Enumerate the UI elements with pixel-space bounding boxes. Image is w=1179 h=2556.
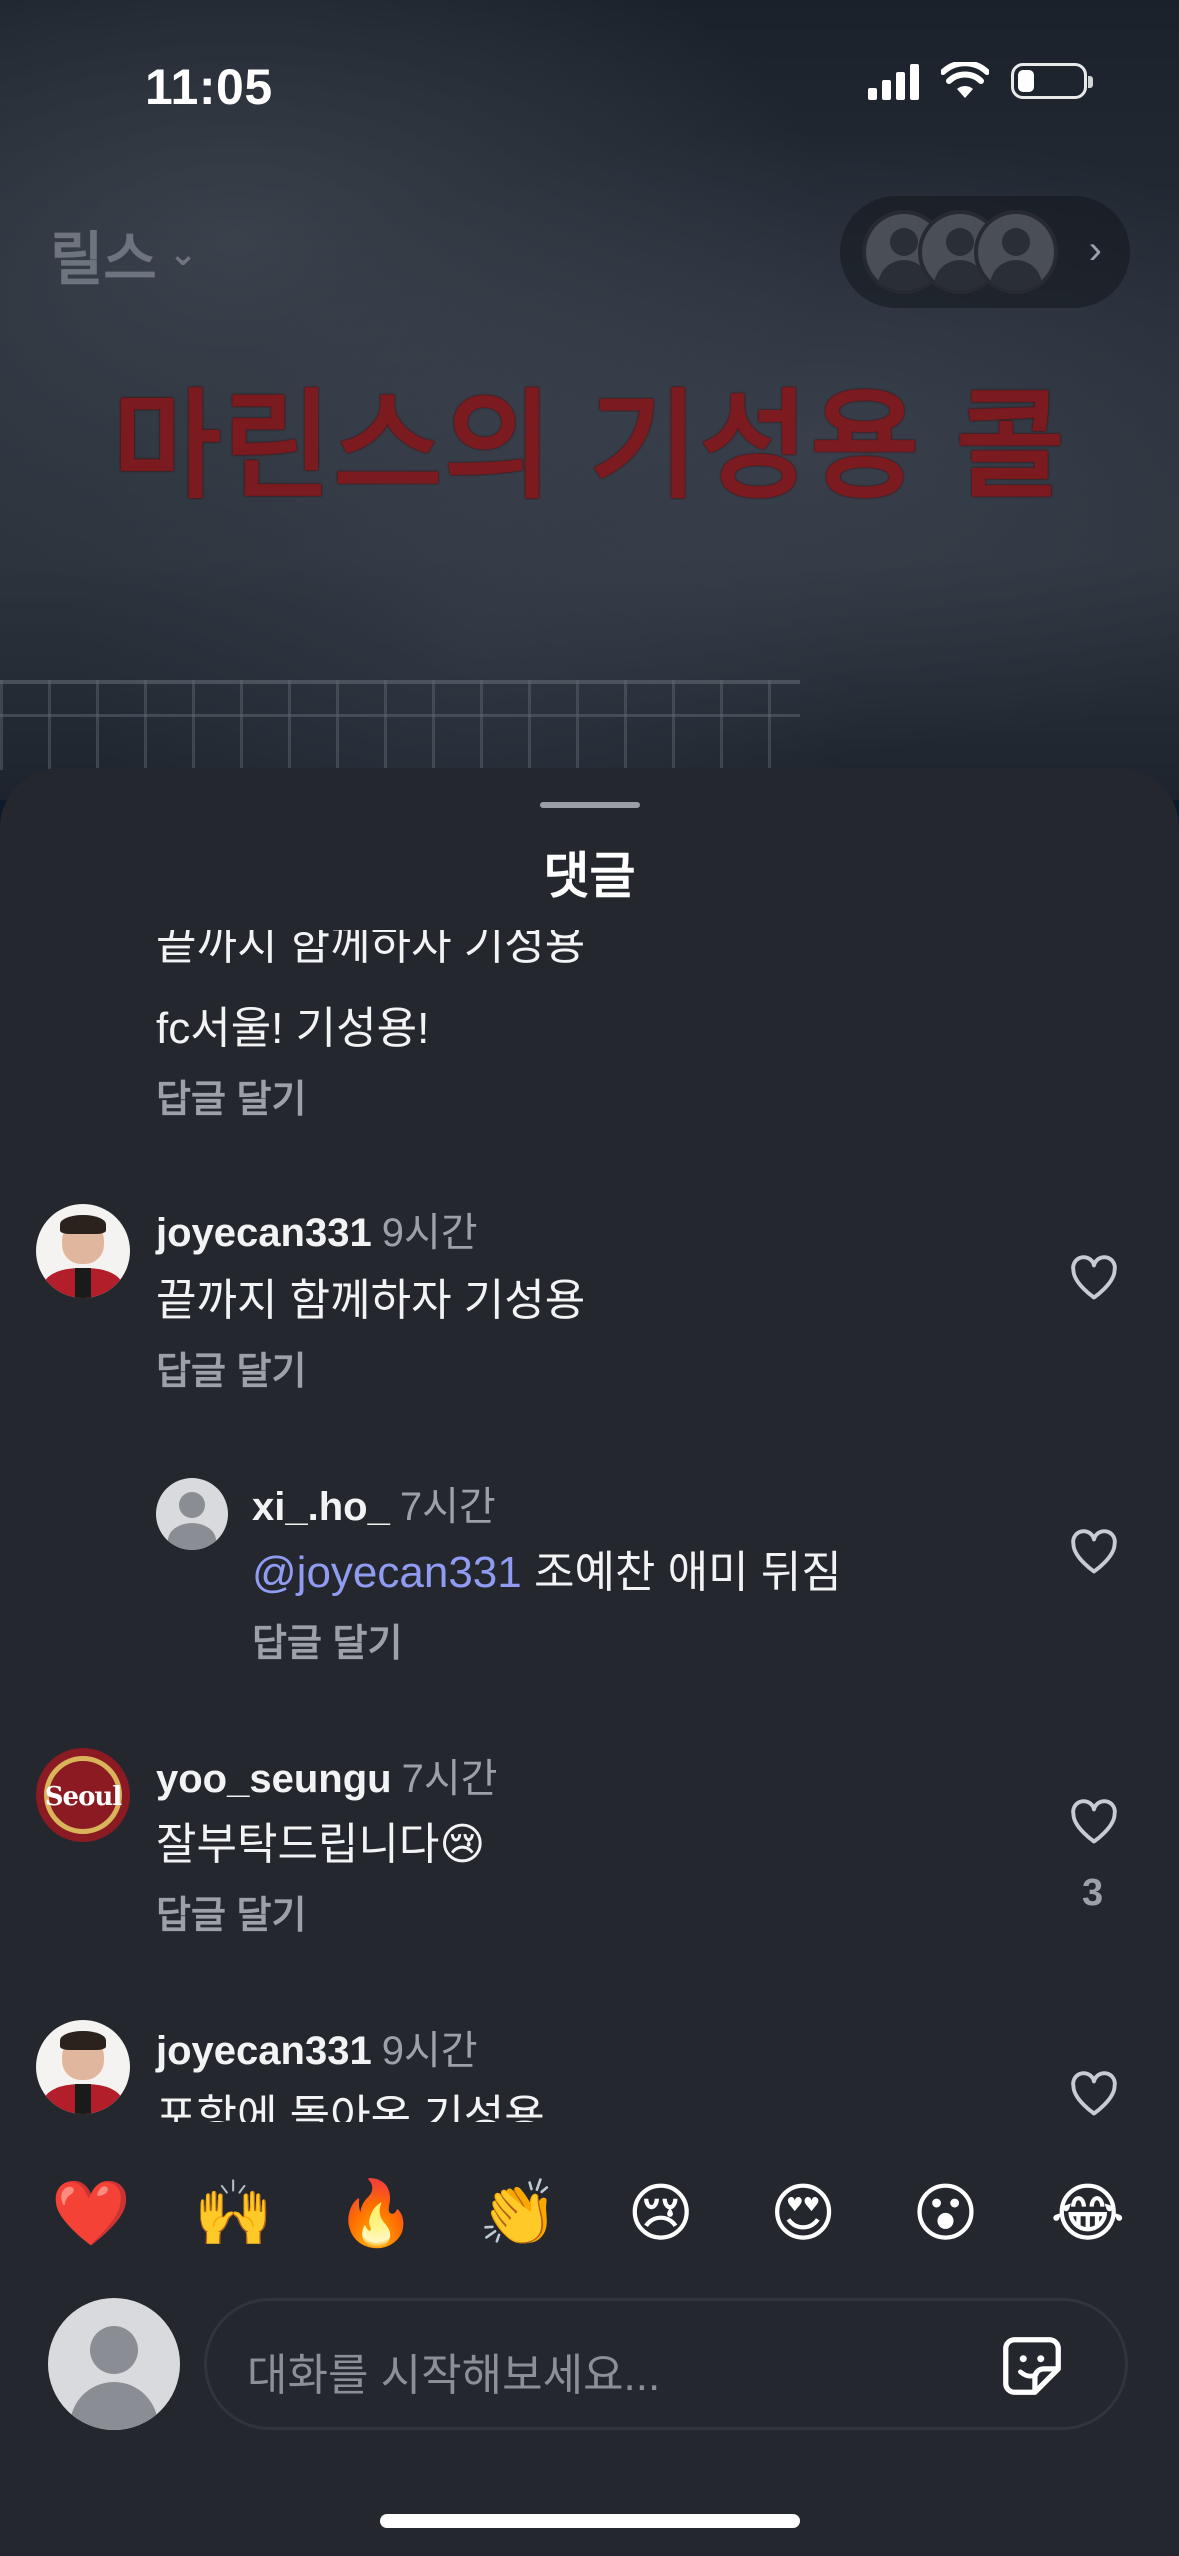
avatar[interactable]: Seoul xyxy=(36,1748,130,1842)
avatar[interactable] xyxy=(36,1204,130,1298)
avatar[interactable] xyxy=(156,1478,228,1550)
mention-link[interactable]: @joyecan331 xyxy=(252,1548,522,1597)
status-time: 11:05 xyxy=(145,59,273,115)
heart-icon[interactable] xyxy=(1068,1796,1120,1848)
username[interactable]: xi_.ho_ xyxy=(252,1485,390,1529)
comment-text: 끝까지 함께하자 기성용 xyxy=(156,1276,586,1325)
chevron-down-icon: ⌄ xyxy=(168,235,198,273)
emoji-laughing[interactable]: 😂 xyxy=(1033,2168,1143,2258)
comment-text-partial: 끝까지 함께하자 기성용 xyxy=(156,930,586,969)
emoji-reaction-bar: ❤️ 🙌 🔥 👏 😢 😍 😮 😂 xyxy=(0,2168,1179,2258)
comment-text: 포항에 돌아온 기성용 xyxy=(156,2092,545,2122)
video-title-overlay: 마린스의 기성용 콜 xyxy=(112,381,1067,513)
timestamp: 9시간 xyxy=(381,2029,478,2073)
username[interactable]: joyecan331 xyxy=(156,1211,372,1255)
comment-list[interactable]: 끝까지 함께하자 기성용 fc서울! 기성용! 답글 달기 joyecan331… xyxy=(0,930,1179,2122)
reply-button[interactable]: 답글 달기 xyxy=(156,1068,306,1123)
avatar-badge-text: Seoul xyxy=(44,1781,122,1812)
heart-icon[interactable] xyxy=(1068,2068,1120,2120)
reels-label: 릴스 xyxy=(50,227,157,292)
emoji-raised-hands[interactable]: 🙌 xyxy=(179,2168,289,2258)
emoji-clapping[interactable]: 👏 xyxy=(463,2168,573,2258)
username[interactable]: yoo_seungu xyxy=(156,1757,392,1801)
comment-body: 조예찬 애미 뒤짐 xyxy=(521,1548,842,1597)
sticker-icon[interactable] xyxy=(997,2331,1067,2401)
comment-header: yoo_seungu 7시간 xyxy=(156,1746,497,1804)
timestamp: 9시간 xyxy=(381,1211,478,1255)
reply-button[interactable]: 답글 달기 xyxy=(252,1612,402,1667)
reply-button[interactable]: 답글 달기 xyxy=(156,1884,306,1939)
timestamp: 7시간 xyxy=(399,1485,496,1529)
emoji-crying[interactable]: 😢 xyxy=(606,2168,716,2258)
timestamp: 7시간 xyxy=(401,1757,498,1801)
cellular-signal-icon xyxy=(868,62,919,100)
comment-text: @joyecan331 조예찬 애미 뒤짐 xyxy=(252,1536,842,1600)
comment-text: fc서울! 기성용! xyxy=(156,1004,430,1053)
emoji-fire[interactable]: 🔥 xyxy=(321,2168,431,2258)
chevron-right-icon: › xyxy=(1088,228,1102,272)
status-icons xyxy=(868,62,1093,100)
emoji-heart-eyes[interactable]: 😍 xyxy=(748,2168,858,2258)
heart-icon[interactable] xyxy=(1068,1252,1120,1304)
like-count: 3 xyxy=(1082,1872,1104,1914)
battery-icon xyxy=(1011,63,1093,99)
my-avatar xyxy=(48,2298,180,2430)
sheet-title: 댓글 xyxy=(543,848,636,904)
emoji-heart[interactable]: ❤️ xyxy=(36,2168,146,2258)
comment-input-placeholder: 대화를 시작해보세요... xyxy=(247,2351,661,2400)
sheet-drag-handle[interactable] xyxy=(540,802,640,808)
heart-icon[interactable] xyxy=(1068,1526,1120,1578)
comment-input[interactable]: 대화를 시작해보세요... xyxy=(204,2298,1128,2430)
friend-avatar xyxy=(974,210,1058,294)
friends-activity-button[interactable]: › xyxy=(840,196,1130,308)
home-indicator[interactable] xyxy=(380,2514,800,2528)
comment-header: joyecan331 9시간 xyxy=(156,2018,478,2076)
reply-button[interactable]: 답글 달기 xyxy=(156,1340,306,1395)
reels-dropdown[interactable]: 릴스 ⌄ xyxy=(50,212,197,296)
username[interactable]: joyecan331 xyxy=(156,2029,372,2073)
comment-text: 잘부탁드립니다😢 xyxy=(156,1820,486,1869)
emoji-surprised[interactable]: 😮 xyxy=(890,2168,1000,2258)
comment-header: joyecan331 9시간 xyxy=(156,1200,478,1258)
comment-header: xi_.ho_ 7시간 xyxy=(252,1474,496,1532)
avatar[interactable] xyxy=(36,2020,130,2114)
wifi-icon xyxy=(941,62,989,98)
